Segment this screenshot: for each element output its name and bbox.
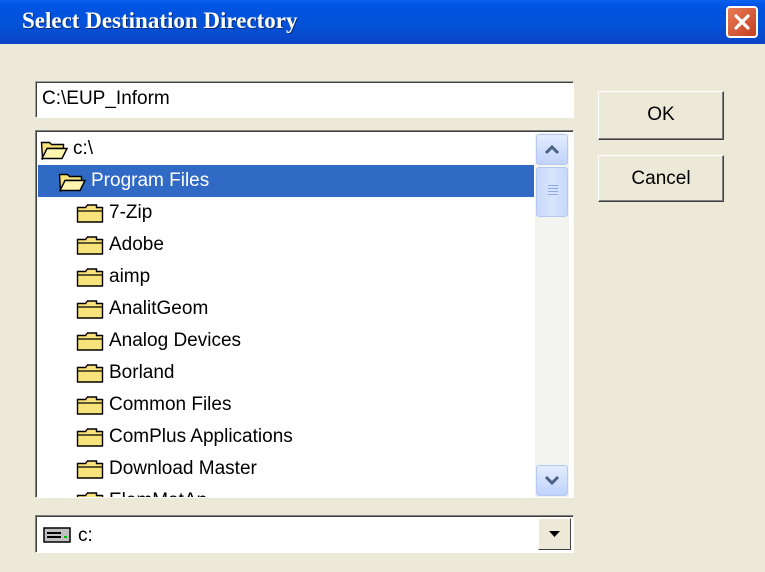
title-bar[interactable]: Select Destination Directory (0, 0, 765, 44)
directory-item-label: Common Files (109, 394, 232, 415)
directory-item[interactable]: AnalitGeom (76, 293, 214, 325)
hard-drive-icon (43, 527, 71, 543)
scroll-down-button[interactable] (536, 465, 568, 496)
directory-item-label: aimp (109, 266, 151, 287)
directory-item-label: ComPlus Applications (109, 426, 293, 447)
directory-item-label: ElemMatAn (109, 490, 213, 497)
directory-list-items: c:\ Program Files 7-Zip Adobe aimp AnalitGeom… (38, 133, 534, 497)
folder-icon (76, 202, 104, 224)
close-icon (734, 14, 750, 30)
cancel-button[interactable]: Cancel (598, 155, 724, 202)
chevron-up-icon (544, 144, 560, 155)
folder-icon (76, 234, 104, 256)
directory-item-label: Borland (109, 362, 175, 383)
directory-item[interactable]: Borland (76, 357, 181, 389)
folder-icon (76, 426, 104, 448)
directory-item-label: Analog Devices (109, 330, 242, 351)
scroll-thumb[interactable] (536, 167, 568, 217)
open-folder-icon (40, 138, 69, 162)
vertical-scrollbar[interactable] (535, 133, 569, 497)
open-folder-icon (58, 170, 87, 194)
directory-item[interactable]: Download Master (76, 453, 263, 485)
directory-item[interactable]: ElemMatAn (76, 485, 213, 497)
folder-icon (76, 458, 104, 480)
window-title: Select Destination Directory (22, 8, 298, 33)
directory-item-label: Download Master (109, 458, 257, 479)
dropdown-arrow-icon (549, 531, 560, 537)
folder-icon (76, 490, 104, 497)
grip-icon (548, 185, 558, 199)
path-input[interactable]: C:\EUP_Inform (35, 81, 574, 118)
directory-item[interactable]: aimp (76, 261, 156, 293)
drive-select[interactable]: c: (35, 515, 574, 553)
folder-icon (76, 362, 104, 384)
ok-button[interactable]: OK (598, 91, 724, 140)
folder-icon (76, 266, 104, 288)
chevron-down-icon (544, 475, 560, 486)
directory-item[interactable]: Analog Devices (76, 325, 247, 357)
folder-icon (76, 394, 104, 416)
directory-list[interactable]: c:\ Program Files 7-Zip Adobe aimp AnalitGeom… (35, 130, 574, 498)
directory-item[interactable]: ComPlus Applications (76, 421, 299, 453)
directory-item[interactable]: Adobe (76, 229, 170, 261)
directory-item-label: Program Files (91, 170, 210, 191)
drive-dropdown-button[interactable] (538, 518, 571, 550)
directory-item-label: 7-Zip (109, 202, 153, 223)
folder-icon (76, 330, 104, 352)
close-button[interactable] (726, 6, 758, 38)
directory-item[interactable]: Program Files (38, 165, 534, 197)
folder-icon (76, 298, 104, 320)
directory-item-label: AnalitGeom (109, 298, 209, 319)
directory-item-label: Adobe (109, 234, 164, 255)
drive-select-value: c: (78, 525, 93, 546)
directory-item[interactable]: Common Files (76, 389, 237, 421)
directory-item[interactable]: 7-Zip (76, 197, 158, 229)
directory-item[interactable]: c:\ (40, 133, 99, 165)
scroll-up-button[interactable] (536, 134, 568, 165)
directory-item-label: c:\ (73, 138, 94, 159)
